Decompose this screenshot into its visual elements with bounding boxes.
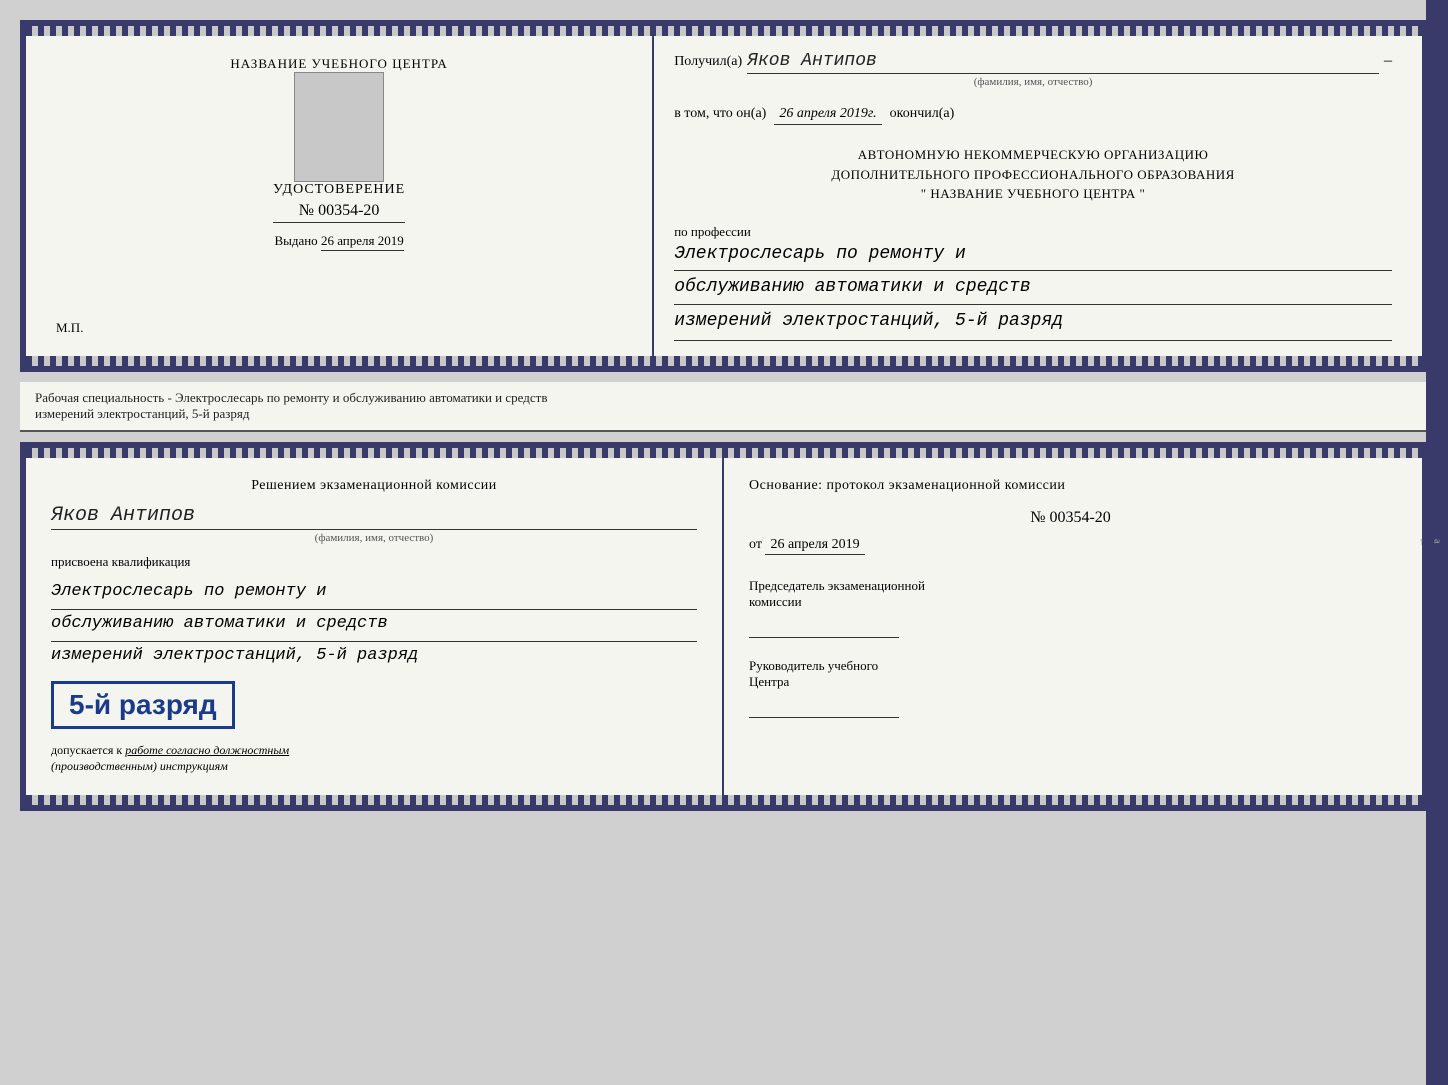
protocol-date-val: 26 апреля 2019 — [765, 537, 864, 555]
page-wrapper: НАЗВАНИЕ УЧЕБНОГО ЦЕНТРА УДОСТОВЕРЕНИЕ №… — [20, 20, 1428, 811]
bottom-cert-top-border — [26, 448, 1422, 458]
org-line2: ДОПОЛНИТЕЛЬНОГО ПРОФЕССИОНАЛЬНОГО ОБРАЗО… — [674, 165, 1392, 185]
cert-left-panel: НАЗВАНИЕ УЧЕБНОГО ЦЕНТРА УДОСТОВЕРЕНИЕ №… — [26, 36, 654, 356]
qual-line1: Электрослесарь по ремонту и — [51, 578, 697, 610]
chairman-label1: Председатель экзаменационной — [749, 578, 1392, 594]
protocol-number: № 00354-20 — [749, 509, 1392, 527]
side-decoration-bottom: И а ← — [1426, 0, 1448, 1085]
director-sign-line — [749, 698, 899, 718]
org-line3: " НАЗВАНИЕ УЧЕБНОГО ЦЕНТРА " — [674, 184, 1392, 204]
prof-line2: обслуживанию автоматики и средств — [674, 273, 1392, 305]
school-name-left: НАЗВАНИЕ УЧЕБНОГО ЦЕНТРА — [230, 56, 447, 72]
chairman-block: Председатель экзаменационной комиссии — [749, 578, 1392, 638]
deco-a2: а — [1432, 539, 1443, 545]
qualification-text: Электрослесарь по ремонту и обслуживанию… — [51, 578, 697, 673]
top-border — [26, 26, 1422, 36]
cert-right-panel: Получил(а) Яков Антипов – (фамилия, имя,… — [654, 36, 1422, 356]
dash: – — [1384, 52, 1392, 70]
profession-label: по профессии — [674, 224, 1392, 240]
admission-suffix: (производственным) инструкциям — [51, 759, 228, 773]
bottom-border-top — [26, 356, 1422, 366]
completion-suffix: окончил(а) — [890, 106, 955, 122]
profession-name: Электрослесарь по ремонту и обслуживанию… — [674, 240, 1392, 341]
director-label2: Центра — [749, 674, 1392, 690]
qualification-label: присвоена квалификация — [51, 554, 697, 570]
director-block: Руководитель учебного Центра — [749, 658, 1392, 718]
cert-number: № 00354-20 — [273, 202, 405, 223]
deco-arrow2: ← — [1417, 537, 1428, 549]
protocol-date-prefix: от — [749, 537, 762, 552]
person-fio-bottom: (фамилия, имя, отчество) — [51, 532, 697, 544]
qual-line2: обслуживанию автоматики и средств — [51, 610, 697, 642]
top-certificate: НАЗВАНИЕ УЧЕБНОГО ЦЕНТРА УДОСТОВЕРЕНИЕ №… — [20, 20, 1428, 372]
prof-line1: Электрослесарь по ремонту и — [674, 240, 1392, 272]
decision-title: Решением экзаменационной комиссии — [51, 478, 697, 494]
issued-label: Выдано — [274, 233, 317, 248]
recipient-block: Получил(а) Яков Антипов – (фамилия, имя,… — [674, 51, 1392, 88]
org-line1: АВТОНОМНУЮ НЕКОММЕРЧЕСКУЮ ОРГАНИЗАЦИЮ — [674, 145, 1392, 165]
bottom-cert-left: Решением экзаменационной комиссии Яков А… — [26, 458, 724, 795]
profession-block: по профессии Электрослесарь по ремонту и… — [674, 224, 1392, 341]
admission-prefix: допускается к — [51, 743, 122, 757]
stamp-label: М.П. — [56, 320, 83, 336]
recipient-line: Получил(а) Яков Антипов – — [674, 51, 1392, 74]
admission-text: допускается к работе согласно должностны… — [51, 742, 697, 776]
issued-date: 26 апреля 2019 — [321, 233, 404, 251]
cert-number-block: УДОСТОВЕРЕНИЕ № 00354-20 — [273, 182, 405, 223]
rank-badge: 5-й разряд — [51, 681, 235, 729]
person-name-bottom: Яков Антипов — [51, 504, 697, 530]
recipient-label: Получил(а) — [674, 54, 742, 70]
bottom-cert-right: Основание: протокол экзаменационной коми… — [724, 458, 1422, 795]
bottom-certificate: Решением экзаменационной комиссии Яков А… — [20, 442, 1428, 811]
org-block: АВТОНОМНУЮ НЕКОММЕРЧЕСКУЮ ОРГАНИЗАЦИЮ ДО… — [674, 145, 1392, 204]
recipient-fio: (фамилия, имя, отчество) — [674, 76, 1392, 88]
admission-work: работе согласно должностным — [125, 743, 289, 757]
completion-block: в том, что он(а) 26 апреля 2019г. окончи… — [674, 106, 1392, 125]
completion-prefix: в том, что он(а) — [674, 106, 766, 122]
prof-line3: измерений электростанций, 5-й разряд — [674, 307, 1392, 338]
protocol-date: от 26 апреля 2019 — [749, 537, 1392, 553]
issued-line: Выдано 26 апреля 2019 — [274, 233, 403, 249]
director-label1: Руководитель учебного — [749, 658, 1392, 674]
cert-label: УДОСТОВЕРЕНИЕ — [273, 182, 405, 198]
basis-label: Основание: протокол экзаменационной коми… — [749, 478, 1392, 494]
photo-placeholder — [294, 72, 384, 182]
recipient-name: Яков Антипов — [747, 51, 1379, 74]
middle-label: Рабочая специальность - Электрослесарь п… — [20, 382, 1428, 432]
qual-line3: измерений электростанций, 5-й разряд — [51, 642, 697, 673]
chairman-label2: комиссии — [749, 594, 1392, 610]
completion-date: 26 апреля 2019г. — [774, 106, 881, 125]
bottom-cert-bottom-border — [26, 795, 1422, 805]
chairman-sign-line — [749, 618, 899, 638]
